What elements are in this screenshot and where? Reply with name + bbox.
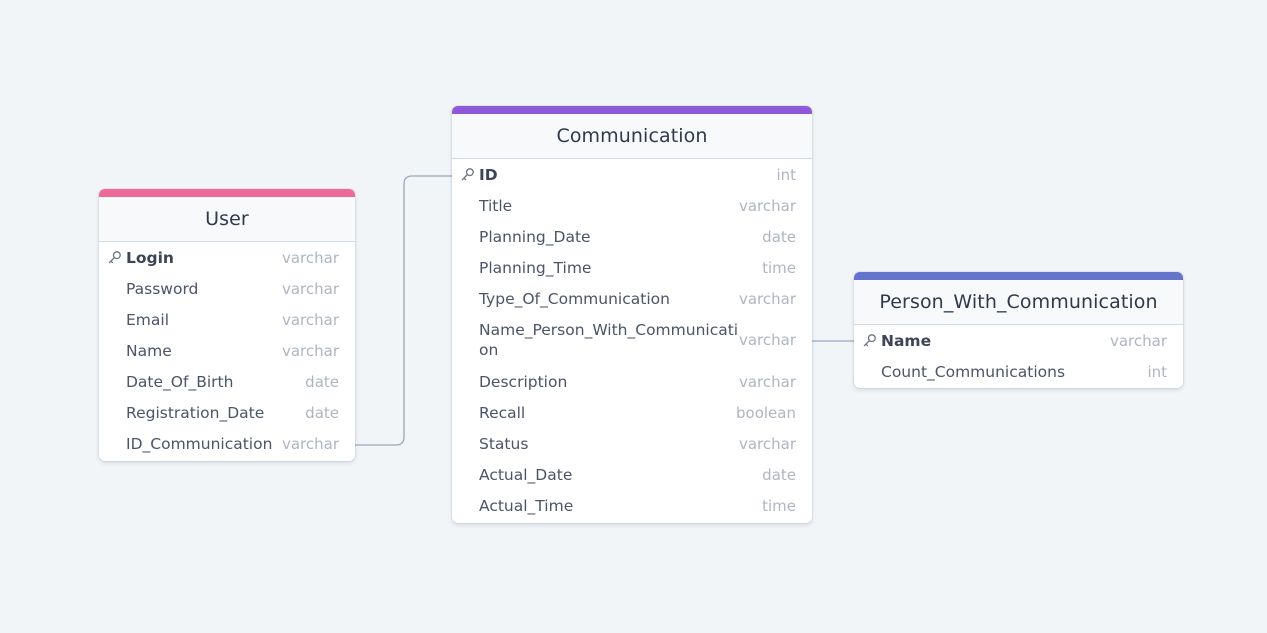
field-list: ID int Title varchar Planning_Date date … xyxy=(452,159,812,521)
field-row-name[interactable]: Name varchar xyxy=(99,335,355,366)
field-row-id[interactable]: ID int xyxy=(452,159,812,190)
field-row-status[interactable]: Status varchar xyxy=(452,428,812,459)
field-type: varchar xyxy=(738,289,796,308)
field-row-count-communications[interactable]: Count_Communications int xyxy=(854,356,1183,387)
table-accent-bar xyxy=(99,189,355,197)
field-type: date xyxy=(762,465,796,484)
field-type: date xyxy=(305,403,339,422)
field-row-planning-time[interactable]: Planning_Time time xyxy=(452,252,812,283)
field-type: varchar xyxy=(281,341,339,360)
field-name: Password xyxy=(126,279,199,298)
relation-user-communication[interactable] xyxy=(355,175,452,446)
field-name: Planning_Date xyxy=(479,227,591,246)
field-type: time xyxy=(762,496,796,515)
field-row-name[interactable]: Name varchar xyxy=(854,325,1183,356)
table-title[interactable]: Communication xyxy=(452,114,812,159)
field-name: Planning_Time xyxy=(479,258,592,277)
field-row-email[interactable]: Email varchar xyxy=(99,304,355,335)
field-name: Recall xyxy=(479,403,526,422)
field-row-name-person-with-communication[interactable]: Name_Person_With_Communicati on varchar xyxy=(452,314,812,366)
field-name: ID_Communication xyxy=(126,434,273,453)
field-type: int xyxy=(1147,362,1167,381)
field-type: varchar xyxy=(738,372,796,391)
field-row-description[interactable]: Description varchar xyxy=(452,366,812,397)
field-name: Registration_Date xyxy=(126,403,265,422)
field-name: Status xyxy=(479,434,529,453)
table-title[interactable]: User xyxy=(99,197,355,242)
field-type: varchar xyxy=(281,434,339,453)
key-icon xyxy=(863,333,876,346)
field-row-actual-date[interactable]: Actual_Date date xyxy=(452,459,812,490)
field-row-id-communication[interactable]: ID_Communication varchar xyxy=(99,428,355,459)
field-row-recall[interactable]: Recall boolean xyxy=(452,397,812,428)
field-name: Name_Person_With_Communicati on xyxy=(479,321,739,359)
field-name: Type_Of_Communication xyxy=(479,289,670,308)
table-accent-bar xyxy=(452,106,812,114)
field-row-registration-date[interactable]: Registration_Date date xyxy=(99,397,355,428)
diagram-canvas: User Login varchar Password varchar Emai… xyxy=(0,0,1267,633)
field-type: date xyxy=(762,227,796,246)
field-type: varchar xyxy=(738,331,796,349)
field-name: Email xyxy=(126,310,170,329)
table-communication[interactable]: Communication ID int Title varchar Plann… xyxy=(452,106,812,523)
field-name: Description xyxy=(479,372,568,391)
field-name: Login xyxy=(126,248,174,267)
field-type: boolean xyxy=(736,403,796,422)
field-type: varchar xyxy=(281,248,339,267)
field-name: Name xyxy=(881,331,932,350)
field-type: varchar xyxy=(281,310,339,329)
field-name: Date_Of_Birth xyxy=(126,372,234,391)
table-accent-bar xyxy=(854,272,1183,280)
key-icon xyxy=(461,167,474,180)
field-name: Actual_Date xyxy=(479,465,573,484)
field-list: Name varchar Count_Communications int xyxy=(854,325,1183,387)
field-name: Name xyxy=(126,341,172,360)
field-row-date-of-birth[interactable]: Date_Of_Birth date xyxy=(99,366,355,397)
table-title[interactable]: Person_With_Communication xyxy=(854,280,1183,325)
field-name: ID xyxy=(479,165,498,184)
field-row-password[interactable]: Password varchar xyxy=(99,273,355,304)
field-row-type-of-communication[interactable]: Type_Of_Communication varchar xyxy=(452,283,812,314)
field-row-login[interactable]: Login varchar xyxy=(99,242,355,273)
table-user[interactable]: User Login varchar Password varchar Emai… xyxy=(99,189,355,461)
field-type: int xyxy=(776,165,796,184)
field-type: date xyxy=(305,372,339,391)
field-name: Title xyxy=(479,196,513,215)
field-list: Login varchar Password varchar Email var… xyxy=(99,242,355,459)
field-type: varchar xyxy=(738,196,796,215)
field-type: varchar xyxy=(281,279,339,298)
field-type: time xyxy=(762,258,796,277)
field-name: Count_Communications xyxy=(881,362,1066,381)
field-row-title[interactable]: Title varchar xyxy=(452,190,812,221)
field-row-planning-date[interactable]: Planning_Date date xyxy=(452,221,812,252)
field-row-actual-time[interactable]: Actual_Time time xyxy=(452,490,812,521)
field-type: varchar xyxy=(738,434,796,453)
field-type: varchar xyxy=(1109,331,1167,350)
table-person-with-communication[interactable]: Person_With_Communication Name varchar C… xyxy=(854,272,1183,388)
field-name: Actual_Time xyxy=(479,496,574,515)
key-icon xyxy=(108,250,121,263)
